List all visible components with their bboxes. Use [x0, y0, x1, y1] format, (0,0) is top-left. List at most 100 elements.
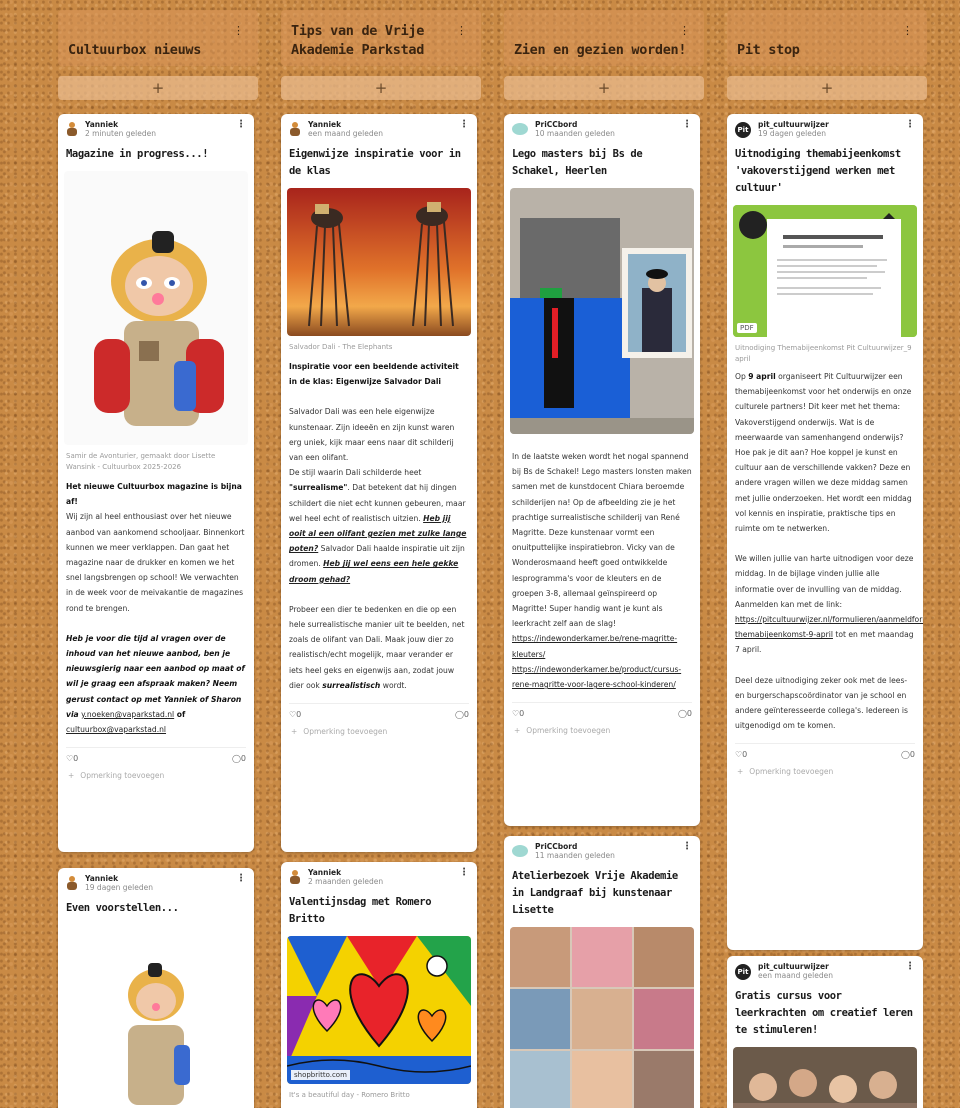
- post-image-cursus[interactable]: [733, 1047, 917, 1108]
- like-button[interactable]: ♡0: [512, 709, 524, 718]
- post-body-assignment: Probeer een dier te bedenken en die op e…: [281, 602, 477, 693]
- post-time: 2 minuten geleden: [85, 129, 156, 138]
- post-more-icon[interactable]: ⋮: [459, 867, 469, 878]
- column-cultuurbox-nieuws: Cultuurbox nieuws ⋮ + Yanniek 2 minuten …: [58, 10, 258, 1108]
- post-image-britto[interactable]: shopbritto.com: [287, 936, 471, 1084]
- add-comment-field[interactable]: + Opmerking toevoegen: [281, 719, 477, 744]
- post-body-contact: Heb je voor die tijd al vragen over de i…: [58, 631, 254, 737]
- post-author: Yanniek: [308, 120, 342, 129]
- puppet-illustration: [64, 171, 248, 445]
- post-image-atelier[interactable]: [510, 927, 694, 1108]
- post-footer: ♡0 ◯0: [66, 747, 246, 763]
- post-card[interactable]: Yanniek 19 dagen geleden ⋮ Even voorstel…: [58, 868, 254, 1108]
- post-body-assignment-text: Probeer een dier te bedenken en die op e…: [289, 604, 465, 690]
- comment-button[interactable]: ◯0: [678, 709, 692, 718]
- add-post-button[interactable]: +: [58, 76, 258, 100]
- comment-button[interactable]: ◯0: [455, 710, 469, 719]
- post-title: Magazine in progress...!: [66, 148, 209, 160]
- post-card[interactable]: Yanniek 2 maanden geleden ⋮ Valentijnsda…: [281, 862, 477, 1108]
- comment-icon: ◯: [231, 754, 241, 764]
- avatar: [66, 122, 78, 136]
- column-more-icon[interactable]: ⋮: [902, 24, 913, 37]
- add-post-button[interactable]: +: [727, 76, 927, 100]
- comment-count: 0: [909, 750, 915, 760]
- post-more-icon[interactable]: ⋮: [905, 119, 915, 130]
- comment-button[interactable]: ◯0: [232, 754, 246, 763]
- post-more-icon[interactable]: ⋮: [236, 873, 246, 884]
- column-header[interactable]: Zien en gezien worden! ⋮: [504, 10, 704, 66]
- post-time: 2 maanden geleden: [308, 877, 384, 886]
- post-author: pit_cultuurwijzer: [758, 962, 829, 971]
- post-card[interactable]: Yanniek een maand geleden ⋮ Eigenwijze i…: [281, 114, 477, 852]
- post-heading: Inspiratie voor een beeldende activiteit…: [289, 362, 459, 387]
- column-header[interactable]: Cultuurbox nieuws ⋮: [58, 10, 258, 66]
- column-more-icon[interactable]: ⋮: [233, 24, 244, 37]
- like-count: 0: [73, 754, 79, 764]
- post-title: Eigenwijze inspiratie voor in de klas: [289, 148, 461, 177]
- column-more-icon[interactable]: ⋮: [456, 24, 467, 37]
- add-comment-field[interactable]: + Opmerking toevoegen: [58, 763, 254, 788]
- add-comment-label: Opmerking toevoegen: [526, 726, 611, 736]
- plus-icon: +: [68, 771, 75, 781]
- column-header[interactable]: Pit stop ⋮: [727, 10, 927, 66]
- post-more-icon[interactable]: ⋮: [236, 119, 246, 130]
- post-image-puppet-small[interactable]: [64, 925, 248, 1105]
- padlet-board: Cultuurbox nieuws ⋮ + Yanniek 2 minuten …: [0, 0, 960, 1108]
- comment-icon: ◯: [454, 710, 464, 720]
- post-image-puppet[interactable]: [64, 171, 248, 445]
- email-link-yanniek[interactable]: y.noeken@vaparkstad.nl: [81, 710, 174, 719]
- post-image-lego[interactable]: [510, 188, 694, 434]
- post-more-icon[interactable]: ⋮: [905, 961, 915, 972]
- post-author: PriCCbord: [535, 842, 578, 851]
- post-body-intro: Salvador Dali was een hele eigenwijze ku…: [289, 407, 455, 463]
- post-body-style: De stijl waarin Dali schilderde heet: [289, 468, 422, 478]
- like-button[interactable]: ♡0: [66, 754, 78, 763]
- post-more-icon[interactable]: ⋮: [459, 119, 469, 130]
- post-footer: ♡0 ◯0: [289, 703, 469, 719]
- post-body: Salvador Dali was een hele eigenwijze ku…: [281, 404, 477, 586]
- post-author: PriCCbord: [535, 120, 578, 129]
- post-image-dali[interactable]: [287, 188, 471, 336]
- post-time: 10 maanden geleden: [535, 129, 615, 138]
- post-more-icon[interactable]: ⋮: [682, 119, 692, 130]
- post-title: Even voorstellen...: [66, 902, 179, 914]
- add-comment-field[interactable]: + Opmerking toevoegen: [727, 759, 923, 784]
- column-pit-stop: Pit stop ⋮ + Pit pit_cultuurwijzer 19 da…: [727, 10, 927, 1108]
- post-attachment-pdf[interactable]: PDF: [733, 205, 917, 337]
- add-comment-field[interactable]: + Opmerking toevoegen: [504, 718, 700, 743]
- avatar: [289, 870, 301, 884]
- like-button[interactable]: ♡0: [289, 710, 301, 719]
- post-body: In de laatste weken wordt het nogal span…: [512, 452, 692, 629]
- atelier-photo-grid: [510, 927, 694, 1108]
- avatar: [66, 876, 78, 890]
- post-card[interactable]: Pit pit_cultuurwijzer een maand geleden …: [727, 956, 923, 1108]
- plus-icon: +: [291, 727, 298, 737]
- post-title: Lego masters bij Bs de Schakel, Heerlen: [512, 148, 643, 177]
- column-title: Cultuurbox nieuws: [68, 42, 202, 58]
- post-body: Wij zijn al heel enthousiast over het ni…: [66, 512, 245, 613]
- post-body-contact-text: Heb je voor die tijd al vragen over de i…: [66, 633, 245, 719]
- post-more-icon[interactable]: ⋮: [682, 841, 692, 852]
- like-button[interactable]: ♡0: [735, 750, 747, 759]
- post-card[interactable]: Pit pit_cultuurwijzer 19 dagen geleden ⋮…: [727, 114, 923, 950]
- add-post-button[interactable]: +: [281, 76, 481, 100]
- link-magritte-kleuters[interactable]: https://indewonderkamer.be/rene-magritte…: [512, 634, 677, 658]
- post-author: pit_cultuurwijzer: [758, 120, 829, 129]
- post-footer: ♡0 ◯0: [735, 743, 915, 759]
- email-link-cultuurbox[interactable]: cultuurbox@vaparkstad.nl: [66, 725, 166, 734]
- link-magritte-cursus[interactable]: https://indewonderkamer.be/product/cursu…: [512, 665, 681, 689]
- comment-count: 0: [240, 754, 246, 764]
- comment-button[interactable]: ◯0: [901, 750, 915, 759]
- post-body-surrealisme: "surrealisme": [289, 483, 348, 493]
- post-time: 11 maanden geleden: [535, 851, 615, 860]
- post-card[interactable]: PriCCbord 10 maanden geleden ⋮ Lego mast…: [504, 114, 700, 826]
- post-body-share: Deel deze uitnodiging zeker ook met de l…: [735, 675, 908, 731]
- post-card[interactable]: Yanniek 2 minuten geleden ⋮ Magazine in …: [58, 114, 254, 852]
- britto-painting: [287, 936, 471, 1084]
- post-title: Atelierbezoek Vrije Akademie in Landgraa…: [512, 870, 678, 916]
- add-post-button[interactable]: +: [504, 76, 704, 100]
- column-more-icon[interactable]: ⋮: [679, 24, 690, 37]
- column-header[interactable]: Tips van de Vrije Akademie Parkstad ⋮: [281, 10, 481, 66]
- post-body-intro: organiseert Pit Cultuurwijzer een themab…: [735, 372, 912, 534]
- post-card[interactable]: PriCCbord 11 maanden geleden ⋮ Atelierbe…: [504, 836, 700, 1108]
